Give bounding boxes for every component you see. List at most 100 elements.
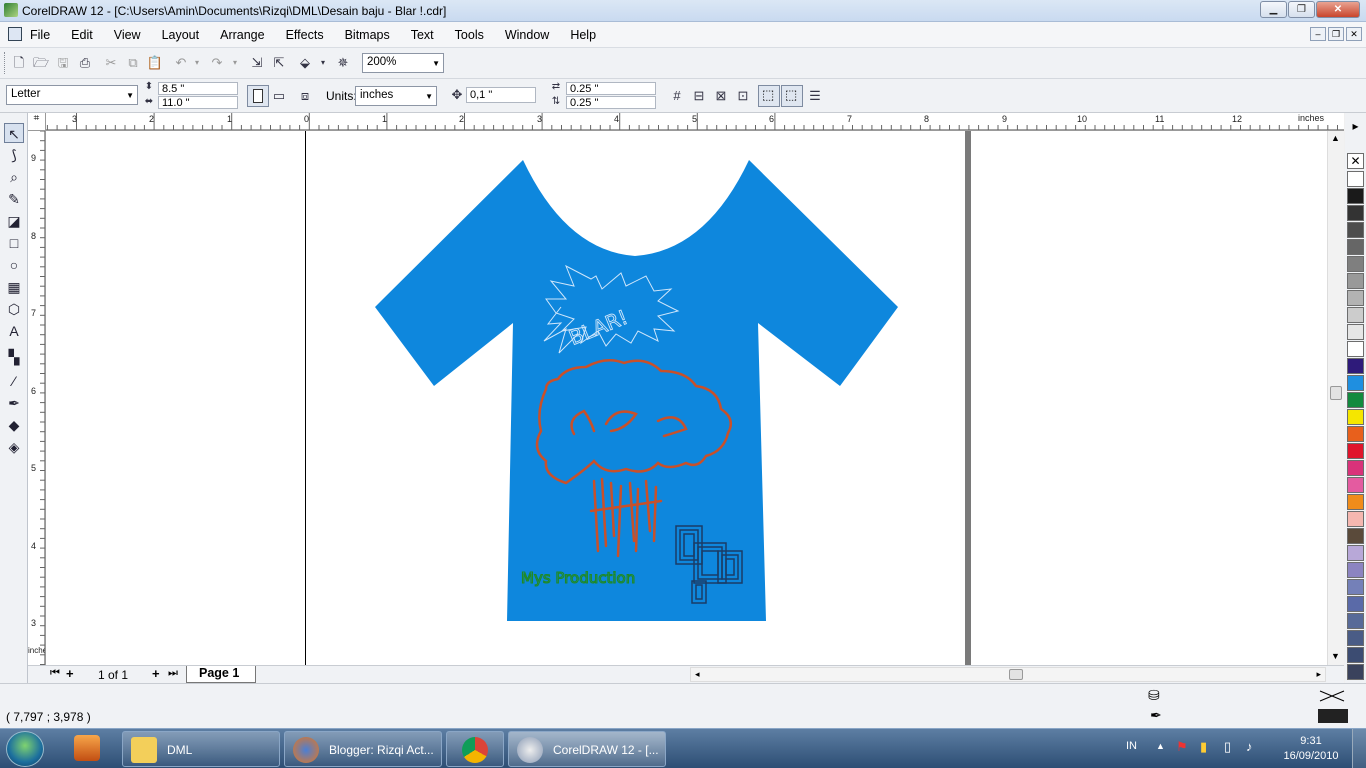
duplicate-distance-y-field[interactable]: 0.25 " (566, 96, 656, 109)
palette-swatch[interactable] (1347, 579, 1364, 595)
palette-swatch[interactable] (1347, 596, 1364, 612)
palette-swatch[interactable] (1347, 205, 1364, 221)
taskbar-item-chrome[interactable] (446, 731, 504, 767)
portrait-button[interactable] (247, 85, 269, 107)
show-hidden-icons-icon[interactable]: ▲ (1156, 741, 1165, 751)
options-icon[interactable]: ☰ (806, 87, 824, 105)
application-launcher-icon[interactable]: ⬙ (296, 54, 314, 72)
doc-minimize-button[interactable]: – (1310, 27, 1326, 41)
redo-icon[interactable]: ↷ (208, 54, 226, 72)
menu-edit[interactable]: Edit (71, 28, 93, 42)
palette-swatch[interactable] (1347, 341, 1364, 357)
zoom-level-select[interactable]: 200% ▼ (362, 53, 444, 73)
save-icon[interactable]: 🖫 (54, 54, 72, 72)
scroll-right-icon[interactable]: ▸ (1316, 669, 1321, 680)
pick-tool-icon[interactable]: ↖ (4, 123, 24, 143)
action-center-icon[interactable]: ⚑ (1176, 739, 1188, 755)
media-player-icon[interactable] (74, 735, 100, 761)
palette-swatch[interactable] (1347, 528, 1364, 544)
palette-swatch[interactable] (1347, 511, 1364, 527)
coreldraw-app-icon[interactable] (4, 3, 18, 17)
cut-icon[interactable]: ✂ (102, 54, 120, 72)
eyedropper-tool-icon[interactable]: ⁄ (4, 371, 24, 391)
snap-to-objects-icon[interactable]: ⊠ (712, 87, 730, 105)
volume-icon[interactable]: ♪ (1246, 739, 1253, 754)
draw-selection-button[interactable]: ⬚ (781, 85, 803, 107)
rectangle-tool-icon[interactable]: □ (4, 233, 24, 253)
palette-swatch[interactable] (1347, 409, 1364, 425)
redo-dropdown-icon[interactable]: ▾ (226, 54, 244, 72)
palette-swatch[interactable] (1347, 392, 1364, 408)
menu-help[interactable]: Help (570, 28, 596, 42)
horizontal-ruler[interactable]: 3 2 1 0 1 2 3 4 5 6 7 8 9 10 11 12 inche… (28, 113, 1344, 131)
page-width-field[interactable]: 8.5 " (158, 82, 238, 95)
text-tool-icon[interactable]: A (4, 321, 24, 341)
palette-swatch[interactable] (1347, 222, 1364, 238)
start-button[interactable] (6, 731, 44, 767)
graph-paper-tool-icon[interactable]: ▦ (4, 277, 24, 297)
treat-as-filled-button[interactable]: ⬚ (758, 85, 780, 107)
launcher-dropdown-icon[interactable]: ▾ (314, 54, 332, 72)
network-icon[interactable]: ▮ (1200, 739, 1207, 755)
last-page-icon[interactable]: ⏭ (168, 667, 178, 680)
undo-dropdown-icon[interactable]: ▾ (188, 54, 206, 72)
fill-color-indicator[interactable] (1318, 689, 1346, 703)
print-icon[interactable]: ⎙ (76, 54, 94, 72)
palette-swatch[interactable] (1347, 664, 1364, 680)
open-icon[interactable]: 🗁 (32, 54, 50, 72)
duplicate-distance-x-field[interactable]: 0.25 " (566, 82, 656, 95)
menu-effects[interactable]: Effects (286, 28, 324, 42)
vertical-scroll-thumb[interactable] (1330, 386, 1342, 400)
menu-arrange[interactable]: Arrange (220, 28, 264, 42)
palette-swatch[interactable] (1347, 358, 1364, 374)
palette-swatch[interactable] (1347, 375, 1364, 391)
palette-swatch[interactable] (1347, 545, 1364, 561)
menu-file[interactable]: File (30, 28, 50, 42)
paste-icon[interactable]: 📋 (146, 54, 164, 72)
palette-flyout-icon[interactable]: ▸ (1347, 119, 1364, 135)
copy-icon[interactable]: ⧉ (124, 54, 142, 72)
smart-fill-tool-icon[interactable]: ◪ (4, 211, 24, 231)
ruler-origin-corner[interactable]: ⌗ (28, 113, 46, 131)
outline-tool-icon[interactable]: ✒ (4, 393, 24, 413)
palette-swatch[interactable] (1347, 562, 1364, 578)
page-tab[interactable]: Page 1 (186, 666, 256, 683)
menu-layout[interactable]: Layout (162, 28, 200, 42)
import-icon[interactable]: ⇲ (248, 54, 266, 72)
ellipse-tool-icon[interactable]: ○ (4, 255, 24, 275)
units-select[interactable]: inches ▼ (355, 86, 437, 106)
drawing-canvas[interactable]: BLAR! Mys Production (46, 131, 1327, 665)
scroll-up-icon[interactable]: ▲ (1331, 133, 1340, 143)
doc-close-button[interactable]: ✕ (1346, 27, 1362, 41)
maximize-button[interactable]: ❐ (1288, 1, 1315, 18)
palette-swatch[interactable] (1347, 256, 1364, 272)
outline-color-indicator[interactable] (1318, 709, 1348, 723)
basic-shapes-tool-icon[interactable]: ⬡ (4, 299, 24, 319)
language-indicator[interactable]: IN (1126, 740, 1137, 752)
palette-swatch[interactable] (1347, 477, 1364, 493)
taskbar-item-dml[interactable]: DML (122, 731, 280, 767)
menu-view[interactable]: View (114, 28, 141, 42)
doc-restore-button[interactable]: ❐ (1328, 27, 1344, 41)
palette-swatch[interactable] (1347, 494, 1364, 510)
document-icon[interactable] (8, 27, 22, 41)
scroll-down-icon[interactable]: ▼ (1331, 651, 1340, 661)
corel-online-icon[interactable]: ✵ (334, 54, 352, 72)
clock[interactable]: 9:31 16/09/2010 (1282, 734, 1340, 764)
fill-tool-icon[interactable]: ◆ (4, 415, 24, 435)
vertical-scrollbar[interactable]: ▲ ▼ (1327, 131, 1344, 665)
palette-swatch[interactable] (1347, 324, 1364, 340)
interactive-fill-tool-icon[interactable]: ◈ (4, 437, 24, 457)
dynamic-guides-icon[interactable]: ⊡ (734, 87, 752, 105)
palette-swatch[interactable] (1347, 613, 1364, 629)
menu-bitmaps[interactable]: Bitmaps (345, 28, 390, 42)
page-height-field[interactable]: 11.0 " (158, 96, 238, 109)
zoom-tool-icon[interactable]: ⌕ (4, 167, 24, 187)
palette-swatch[interactable] (1347, 290, 1364, 306)
toolbar-grip[interactable] (4, 52, 7, 74)
palette-swatch[interactable] (1347, 460, 1364, 476)
add-page-before-icon[interactable]: + (66, 666, 74, 681)
horizontal-scroll-thumb[interactable] (1009, 669, 1023, 680)
new-document-icon[interactable]: 🗋 (10, 54, 28, 72)
show-desktop-button[interactable] (1352, 729, 1366, 768)
